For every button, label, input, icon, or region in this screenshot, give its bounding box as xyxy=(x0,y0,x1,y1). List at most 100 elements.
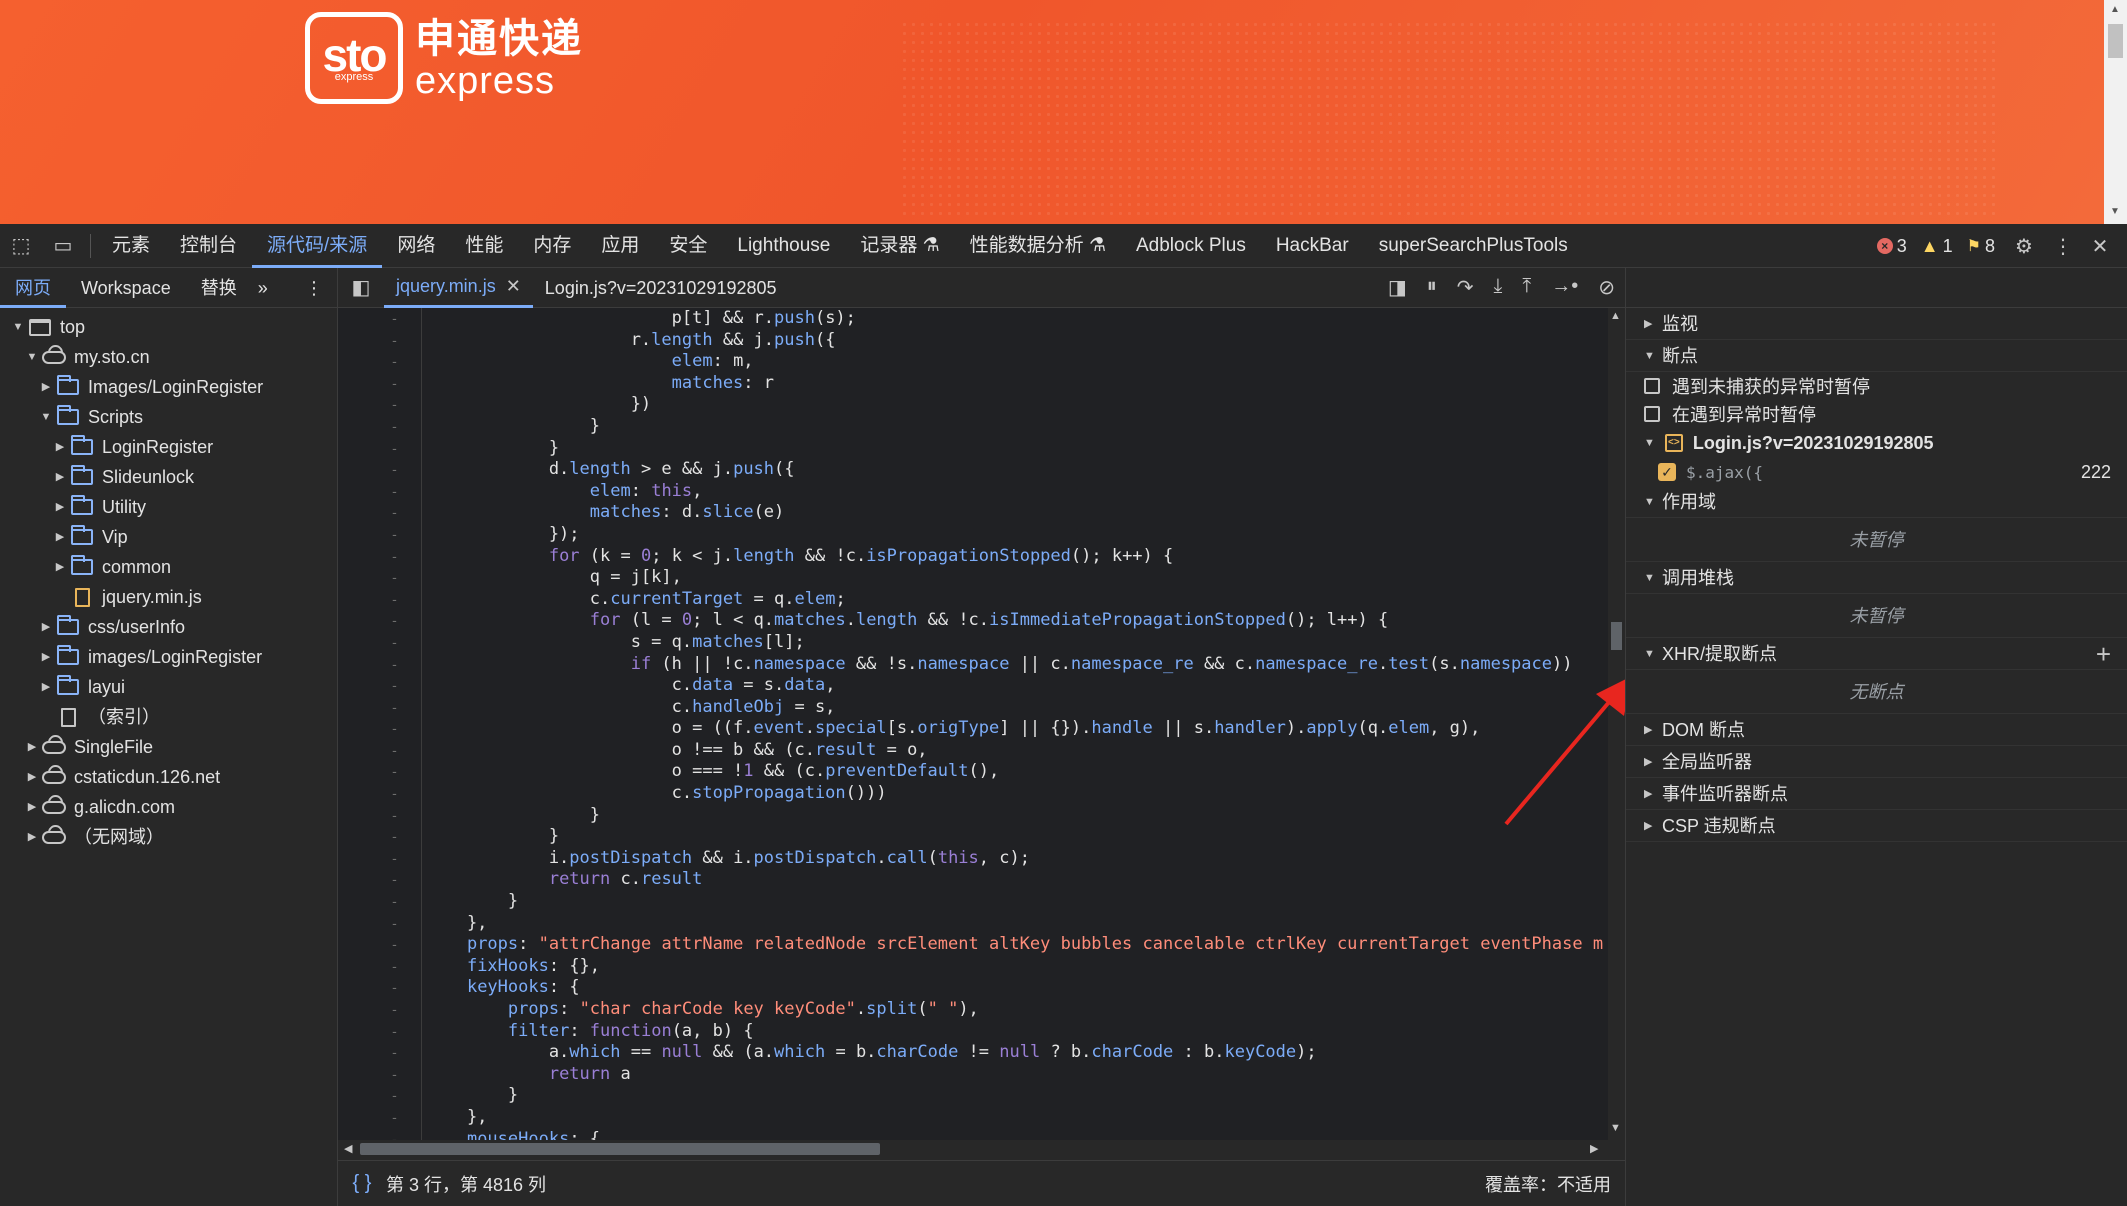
step-icon[interactable]: →• xyxy=(1551,275,1578,300)
code-line[interactable]: p[t] && r.push(s); xyxy=(422,308,1608,330)
tab-workspace[interactable]: Workspace xyxy=(66,268,186,308)
devtools-tab[interactable]: 性能数据分析 ⚗ xyxy=(955,224,1121,268)
gutter-mark[interactable]: - xyxy=(338,977,421,999)
line-gutter[interactable]: --------------------------------------- xyxy=(338,308,422,1140)
expand-arrow-icon[interactable]: ▶ xyxy=(24,762,40,792)
tree-item[interactable]: ▶ （无网域） xyxy=(0,822,337,852)
code-line[interactable]: o = ((f.event.special[s.origType] || {})… xyxy=(422,718,1608,740)
code-line[interactable]: a.which == null && (a.which = b.charCode… xyxy=(422,1042,1608,1064)
tree-item[interactable]: （索引） xyxy=(0,702,337,732)
gutter-mark[interactable]: - xyxy=(338,524,421,546)
code-line[interactable]: r.length && j.push({ xyxy=(422,330,1608,352)
error-counter[interactable]: × 3 xyxy=(1876,236,1907,257)
section-global-listeners[interactable]: ▶ 全局监听器 xyxy=(1626,746,2127,778)
collapse-arrow-icon[interactable]: ▼ xyxy=(24,342,40,372)
gutter-mark[interactable]: - xyxy=(338,330,421,352)
expand-arrow-icon[interactable]: ▶ xyxy=(52,552,68,582)
collapse-arrow-icon[interactable]: ▼ xyxy=(38,402,54,432)
expand-arrow-icon[interactable]: ▶ xyxy=(52,462,68,492)
breakpoint-checkbox-checked[interactable]: ✓ xyxy=(1658,463,1676,481)
tree-item[interactable]: ▶ css/userInfo xyxy=(0,612,337,642)
gutter-mark[interactable]: - xyxy=(338,1085,421,1107)
warning-counter[interactable]: ▲ 1 xyxy=(1921,236,1953,257)
gutter-mark[interactable]: - xyxy=(338,1064,421,1086)
gutter-mark[interactable]: - xyxy=(338,913,421,935)
expand-arrow-icon[interactable]: ▶ xyxy=(52,492,68,522)
expand-arrow-icon[interactable]: ▶ xyxy=(38,642,54,672)
code-line[interactable]: return a xyxy=(422,1064,1608,1086)
collapse-arrow-icon[interactable]: ▼ xyxy=(10,312,26,342)
tree-item[interactable]: ▶ layui xyxy=(0,672,337,702)
tree-item[interactable]: ▶ cstaticdun.126.net xyxy=(0,762,337,792)
pause-icon[interactable]: ⏸ xyxy=(1427,275,1437,300)
code-line[interactable]: props: "char charCode key keyCode".split… xyxy=(422,999,1608,1021)
code-line[interactable]: }) xyxy=(422,394,1608,416)
section-watch[interactable]: ▶ 监视 xyxy=(1626,308,2127,340)
gutter-mark[interactable]: - xyxy=(338,999,421,1021)
tree-item[interactable]: ▶ Utility xyxy=(0,492,337,522)
close-tab-icon[interactable]: ✕ xyxy=(506,266,521,306)
devtools-tab[interactable]: 性能 xyxy=(450,224,518,268)
code-line[interactable]: d.length > e && j.push({ xyxy=(422,459,1608,481)
gutter-mark[interactable]: - xyxy=(338,1107,421,1129)
code-line[interactable]: } xyxy=(422,1085,1608,1107)
code-line[interactable]: } xyxy=(422,416,1608,438)
code-line[interactable]: } xyxy=(422,805,1608,827)
toggle-debugger-sidebar-icon[interactable]: ◨ xyxy=(1388,275,1407,300)
page-scrollbar[interactable]: ▲ ▼ xyxy=(2104,0,2127,224)
gutter-mark[interactable]: - xyxy=(338,1021,421,1043)
expand-arrow-icon[interactable]: ▶ xyxy=(38,372,54,402)
page-scroll-thumb[interactable] xyxy=(2108,24,2123,58)
devtools-tab[interactable]: HackBar xyxy=(1261,224,1364,268)
code-line[interactable]: keyHooks: { xyxy=(422,977,1608,999)
more-options-icon[interactable]: ⋮ xyxy=(2053,234,2073,259)
scroll-up-icon[interactable]: ▲ xyxy=(1610,310,1621,322)
code-line[interactable]: s = q.matches[l]; xyxy=(422,632,1608,654)
code-line[interactable]: q = j[k], xyxy=(422,567,1608,589)
tab-page[interactable]: 网页 xyxy=(0,268,66,308)
tree-item[interactable]: ▶ common xyxy=(0,552,337,582)
expand-arrow-icon[interactable]: ▶ xyxy=(24,822,40,852)
editor-tab-login[interactable]: Login.js?v=20231029192805 xyxy=(533,268,789,308)
section-xhr-breakpoints[interactable]: ▼ XHR/提取断点 + xyxy=(1626,638,2127,670)
devtools-tab[interactable]: superSearchPlusTools xyxy=(1364,224,1583,268)
breakpoint-entry[interactable]: ✓ $.ajax({222 xyxy=(1626,458,2127,486)
gutter-mark[interactable]: - xyxy=(338,783,421,805)
tree-item[interactable]: ▶ g.alicdn.com xyxy=(0,792,337,822)
code-line[interactable]: } xyxy=(422,438,1608,460)
section-breakpoints[interactable]: ▼ 断点 xyxy=(1626,340,2127,372)
devtools-tab[interactable]: Lighthouse xyxy=(722,224,845,268)
settings-gear-icon[interactable]: ⚙ xyxy=(2009,234,2039,259)
code-line[interactable]: } xyxy=(422,891,1608,913)
gutter-mark[interactable]: - xyxy=(338,740,421,762)
code-line[interactable]: i.postDispatch && i.postDispatch.call(th… xyxy=(422,848,1608,870)
gutter-mark[interactable]: - xyxy=(338,826,421,848)
section-callstack[interactable]: ▼ 调用堆栈 xyxy=(1626,562,2127,594)
devtools-tab[interactable]: 记录器 ⚗ xyxy=(845,224,954,268)
more-tabs-chevron-icon[interactable]: » xyxy=(252,268,274,308)
expand-arrow-icon[interactable]: ▶ xyxy=(38,672,54,702)
code-line[interactable]: elem: m, xyxy=(422,351,1608,373)
scroll-down-icon[interactable]: ▼ xyxy=(2110,206,2120,217)
gutter-mark[interactable]: - xyxy=(338,934,421,956)
devtools-tab[interactable]: 安全 xyxy=(654,224,722,268)
code-line[interactable]: return c.result xyxy=(422,869,1608,891)
gutter-mark[interactable]: - xyxy=(338,610,421,632)
gutter-mark[interactable]: - xyxy=(338,761,421,783)
code-area[interactable]: --------------------------------------- … xyxy=(338,308,1608,1140)
gutter-mark[interactable]: - xyxy=(338,351,421,373)
add-xhr-breakpoint-plus-icon[interactable]: + xyxy=(2096,638,2127,670)
code-line[interactable]: props: "attrChange attrName relatedNode … xyxy=(422,934,1608,956)
gutter-mark[interactable]: - xyxy=(338,308,421,330)
code-line[interactable]: mouseHooks: { xyxy=(422,1129,1608,1140)
code-line[interactable]: } xyxy=(422,826,1608,848)
scroll-right-icon[interactable]: ▶ xyxy=(1590,1142,1598,1155)
code-line[interactable]: matches: d.slice(e) xyxy=(422,502,1608,524)
code-line[interactable]: matches: r xyxy=(422,373,1608,395)
code-line[interactable]: o === !1 && (c.preventDefault(), xyxy=(422,761,1608,783)
tab-overrides[interactable]: 替换 xyxy=(186,268,252,308)
code-line[interactable]: }, xyxy=(422,913,1608,935)
gutter-mark[interactable]: - xyxy=(338,848,421,870)
editor-tab-jquery[interactable]: jquery.min.js ✕ xyxy=(384,268,533,308)
pretty-print-braces-icon[interactable]: { } xyxy=(338,1172,386,1195)
